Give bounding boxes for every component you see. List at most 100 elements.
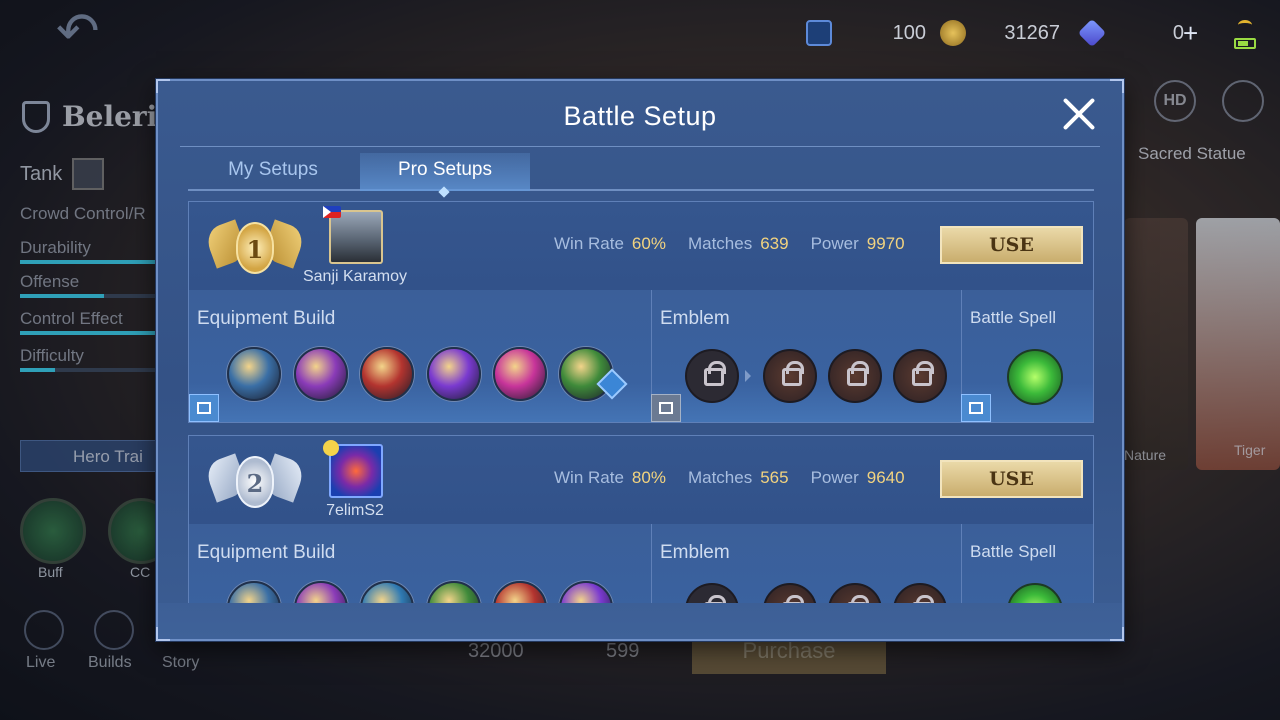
- emblem-set-icon[interactable]: [685, 349, 739, 403]
- setup-stats: Win Rate 60% Matches 639 Power 9970: [554, 234, 927, 254]
- setup-card: 1 Sanji Karamoy Win Rate 60% Matches 639 P…: [188, 201, 1094, 423]
- skin-title: Sacred Statue: [1138, 144, 1246, 163]
- battle-spell-icon[interactable]: [1007, 349, 1063, 405]
- emblem-set-icon[interactable]: [685, 583, 739, 603]
- dominance-ice-icon[interactable]: [360, 347, 414, 401]
- emblem-label: Emblem: [660, 542, 730, 563]
- win-rate-value: 80%: [631, 468, 666, 487]
- equipment-build-label: Equipment Build: [197, 308, 336, 329]
- divider: [180, 146, 1100, 147]
- rank-number: 1: [236, 222, 274, 274]
- cc-label: CC: [130, 564, 151, 580]
- nav-live[interactable]: Live: [26, 654, 55, 672]
- matches-label: Matches: [687, 234, 753, 253]
- diamond-cost: 599: [606, 640, 640, 662]
- skin-card-nature[interactable]: [1124, 218, 1188, 470]
- modal-title: Battle Setup: [563, 101, 717, 131]
- battle-spell-icon[interactable]: [1007, 583, 1063, 603]
- warrior-boots-icon[interactable]: [227, 347, 281, 401]
- setup-card-body: Equipment Build Emblem Battle Spell: [189, 290, 1093, 422]
- diamond-value: 0: [1172, 21, 1184, 44]
- durability-bar: [20, 260, 160, 264]
- bp-cost: 32000: [468, 640, 524, 662]
- setup-card-header: 1 Sanji Karamoy Win Rate 60% Matches 639 P…: [189, 202, 1093, 290]
- stat-offense: Offense: [20, 272, 80, 291]
- game-screen: ↶ 100 31267 0 + Beleric Tank Crowd Contr…: [0, 0, 1280, 720]
- emblem-talent-icon[interactable]: [763, 349, 817, 403]
- emblem-talent-icon[interactable]: [763, 583, 817, 603]
- emblem-talent-icon[interactable]: [828, 583, 882, 603]
- stat-control-effect: Control Effect: [20, 309, 123, 328]
- currency-m-ticket: 100: [806, 18, 926, 48]
- buff-skill-icon[interactable]: [20, 498, 86, 564]
- guardian-helmet-icon[interactable]: [427, 581, 481, 603]
- setup-card-header: 2 7elimS2 Win Rate 80% Matches 565 Power 96…: [189, 436, 1093, 524]
- live-icon[interactable]: [24, 610, 64, 650]
- power-label: Power: [810, 468, 859, 487]
- emblem-talent-icon[interactable]: [893, 349, 947, 403]
- thunder-belt-icon[interactable]: [360, 581, 414, 603]
- stat-crowd-control: Crowd Control/R: [20, 204, 146, 223]
- athenas-shield-icon[interactable]: [559, 581, 613, 603]
- currency-battle-points: 31267: [940, 18, 1060, 48]
- power-label: Power: [810, 234, 859, 253]
- tank-badge-icon: [72, 158, 105, 190]
- role-row: Tank: [20, 158, 105, 190]
- dominance-ice-icon[interactable]: [493, 581, 547, 603]
- cursed-helmet-icon[interactable]: [294, 581, 348, 603]
- athenas-shield-icon[interactable]: [427, 347, 481, 401]
- rank-number: 2: [236, 456, 274, 508]
- skin-card-tiger[interactable]: [1196, 218, 1280, 470]
- control-effect-bar: [20, 331, 160, 335]
- emblem-talent-icon[interactable]: [893, 583, 947, 603]
- skin-label-tiger: Tiger: [1234, 442, 1266, 458]
- diamond-icon: [1077, 18, 1107, 48]
- matches-value: 639: [760, 234, 789, 253]
- corner-decoration: [156, 79, 170, 93]
- emblem-label: Emblem: [660, 308, 730, 329]
- use-button[interactable]: USE: [940, 226, 1083, 264]
- emblem-talent-icon[interactable]: [828, 349, 882, 403]
- tough-boots-icon[interactable]: [227, 581, 281, 603]
- battle-point-icon: [940, 20, 966, 46]
- tab-pro-setups[interactable]: Pro Setups: [360, 153, 530, 191]
- builds-icon[interactable]: [94, 610, 134, 650]
- role-label: Tank: [20, 162, 63, 185]
- divider: [651, 524, 652, 603]
- m-ticket-value: 100: [892, 21, 926, 44]
- modal-footer: [158, 603, 1122, 639]
- power-value: 9970: [866, 234, 905, 253]
- setup-stats: Win Rate 80% Matches 565 Power 9640: [554, 468, 927, 488]
- cursed-helmet-icon[interactable]: [294, 347, 348, 401]
- stat-durability: Durability: [20, 238, 91, 257]
- setup-list[interactable]: 1 Sanji Karamoy Win Rate 60% Matches 639 P…: [188, 201, 1094, 603]
- close-icon[interactable]: [1060, 95, 1098, 133]
- tab-my-setups[interactable]: My Setups: [188, 153, 358, 191]
- copy-spell-icon[interactable]: [961, 394, 991, 422]
- back-arrow-icon[interactable]: ↶: [56, 6, 136, 58]
- country-flag-icon: [323, 206, 341, 218]
- wifi-icon: [1238, 20, 1252, 30]
- difficulty-bar: [20, 368, 160, 372]
- offense-bar: [20, 294, 160, 298]
- player-badge-icon: [323, 440, 339, 456]
- arrow-right-icon: [745, 370, 751, 382]
- avatar[interactable]: [329, 210, 383, 264]
- battery-icon: [1234, 38, 1256, 49]
- nav-builds[interactable]: Builds: [88, 654, 132, 672]
- skin-label-nature: Nature: [1124, 447, 1167, 463]
- fullscreen-icon[interactable]: [1222, 80, 1264, 122]
- win-rate-label: Win Rate: [554, 468, 624, 487]
- add-diamonds-icon[interactable]: +: [1183, 18, 1198, 49]
- matches-label: Matches: [687, 468, 753, 487]
- setup-card-body: Equipment Build Emblem Battle Spell: [189, 524, 1093, 603]
- hd-toggle-button[interactable]: HD: [1154, 80, 1196, 122]
- copy-build-icon[interactable]: [189, 394, 219, 422]
- copy-emblem-icon[interactable]: [651, 394, 681, 422]
- win-rate-value: 60%: [631, 234, 666, 253]
- nav-story[interactable]: Story: [162, 654, 199, 672]
- antique-cuirass-icon[interactable]: [493, 347, 547, 401]
- use-button[interactable]: USE: [940, 460, 1083, 498]
- matches-value: 565: [760, 468, 789, 487]
- battle-spell-label: Battle Spell: [970, 542, 1056, 561]
